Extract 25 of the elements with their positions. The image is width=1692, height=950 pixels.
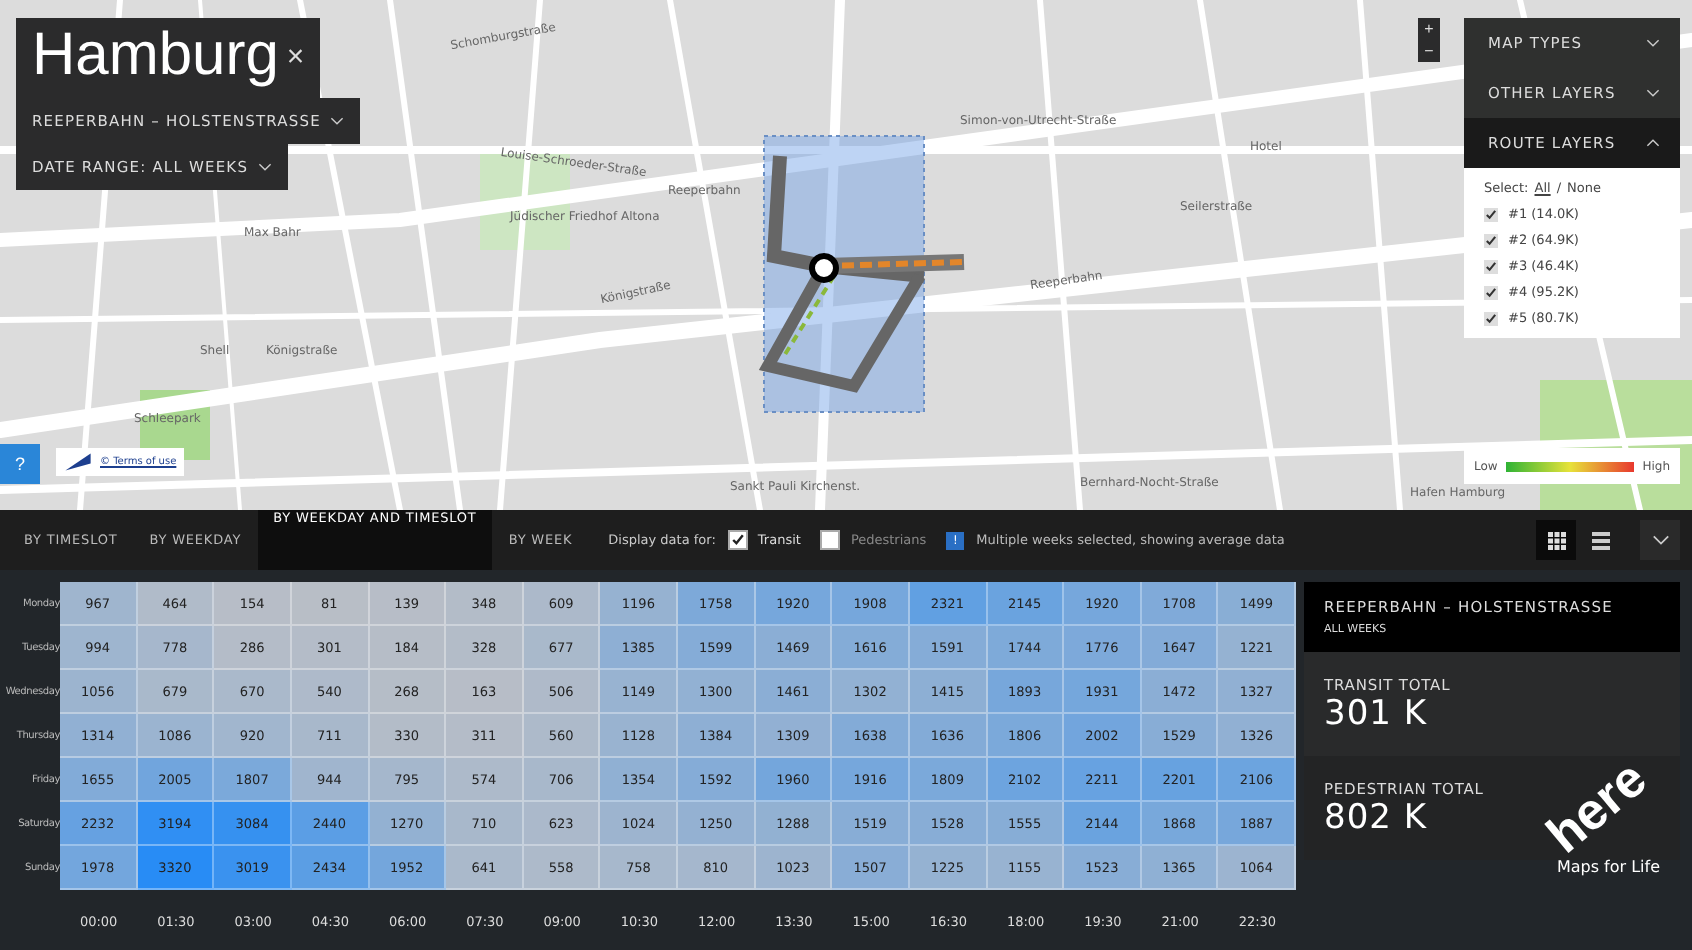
grid-view-button[interactable]: [1536, 520, 1576, 560]
help-button[interactable]: ?: [0, 444, 40, 484]
brand-tagline: Maps for Life: [1556, 858, 1660, 876]
chevron-down-icon: [1651, 534, 1669, 546]
chevron-down-icon: [1646, 88, 1660, 98]
checkbox[interactable]: [1484, 233, 1498, 247]
chevron-down-icon: [258, 162, 273, 172]
checkbox[interactable]: [1484, 259, 1498, 273]
gradient-bar: [1505, 461, 1635, 471]
checkbox[interactable]: [1484, 285, 1498, 299]
checkbox[interactable]: [1484, 207, 1498, 221]
grid-icon: [1547, 531, 1565, 549]
checkbox[interactable]: [820, 530, 841, 550]
city-title: Hamburg: [32, 22, 279, 90]
list-icon: [1591, 531, 1609, 549]
checkbox[interactable]: [727, 530, 748, 550]
checkbox[interactable]: [1484, 311, 1498, 325]
total-value: 301 K: [1324, 693, 1429, 733]
chevron-down-icon: [330, 116, 345, 126]
chevron-up-icon: [1646, 138, 1660, 148]
logo-icon: [64, 452, 92, 472]
close-button[interactable]: ×: [278, 39, 305, 73]
zoom-button[interactable]: −: [1418, 40, 1440, 62]
zoom-button[interactable]: +: [1418, 18, 1440, 40]
chevron-down-icon: [1646, 38, 1660, 48]
